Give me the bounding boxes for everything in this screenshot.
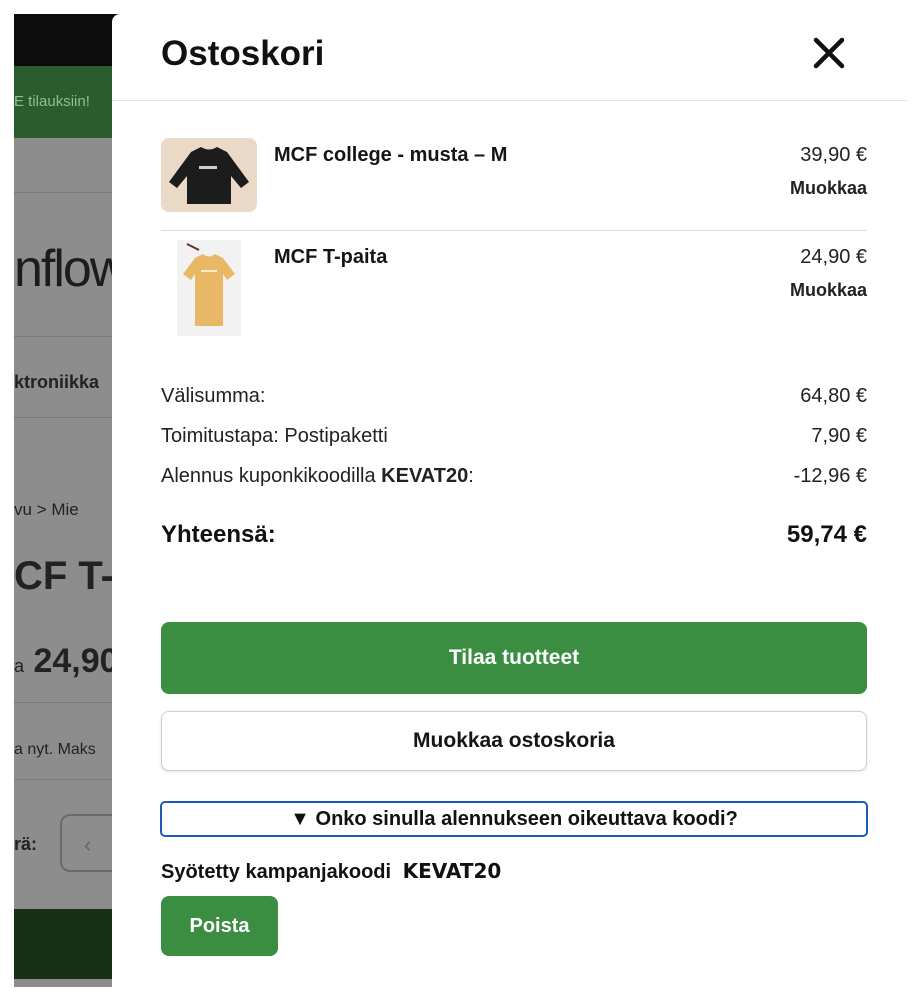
- background-payment-note: a nyt. Maks: [14, 741, 96, 758]
- shipping-label: Toimitustapa: Postipaketti: [161, 425, 388, 447]
- cart-item-price: 24,90 €: [800, 246, 867, 268]
- remove-coupon-button[interactable]: Poista: [161, 896, 278, 956]
- cart-item: MCF college - musta – M 39,90 € Muokkaa: [161, 138, 867, 218]
- applied-coupon: Syötetty kampanjakoodi KEVAT20: [161, 859, 501, 884]
- background-promo-bar: E tilauksiin!: [14, 66, 124, 138]
- background-top-bar: [14, 14, 124, 66]
- subtotal-value: 64,80 €: [800, 385, 867, 407]
- background-quantity-label: rä:: [14, 834, 38, 854]
- shipping-value: 7,90 €: [811, 425, 867, 447]
- item-divider: [161, 230, 867, 231]
- applied-coupon-label: Syötetty kampanjakoodi: [161, 861, 392, 883]
- discount-label: Alennus kuponkikoodilla KEVAT20:: [161, 465, 474, 488]
- background-nav-item: ktroniikka: [14, 372, 100, 392]
- cart-item-name[interactable]: MCF T-paita: [274, 246, 387, 269]
- subtotal-label: Välisumma:: [161, 385, 266, 407]
- background-divider: [14, 779, 124, 780]
- cart-item: MCF T-paita 24,90 € Muokkaa: [161, 240, 867, 338]
- background-divider: [14, 336, 124, 337]
- cart-item-name[interactable]: MCF college - musta – M: [274, 144, 507, 167]
- discount-label-suffix: :: [468, 465, 474, 487]
- total-label: Yhteensä:: [161, 521, 276, 548]
- background-logo: nflow: [14, 240, 124, 298]
- background-breadcrumb: vu > Mie: [14, 500, 79, 519]
- discount-label-prefix: Alennus kuponkikoodilla: [161, 465, 382, 487]
- applied-coupon-code: KEVAT20: [402, 859, 502, 883]
- cart-item-price: 39,90 €: [800, 144, 867, 166]
- background-price-prefix: a: [14, 656, 25, 676]
- cart-drawer: Ostoskori MCF college - musta – M 39,90 …: [112, 14, 908, 1001]
- close-icon[interactable]: [812, 36, 846, 70]
- discount-code: KEVAT20: [381, 465, 469, 487]
- chevron-left-icon: ‹: [84, 832, 92, 857]
- edit-item-link[interactable]: Muokkaa: [790, 280, 867, 301]
- edit-cart-button[interactable]: Muokkaa ostoskoria: [161, 711, 867, 771]
- edit-item-link[interactable]: Muokkaa: [790, 178, 867, 199]
- background-add-to-cart-button: [14, 909, 124, 979]
- background-page-overlay: E tilauksiin! nflow ktroniikka vu > Mie …: [14, 14, 124, 987]
- background-divider: [14, 192, 124, 193]
- background-product-title: CF T-p: [14, 554, 124, 598]
- background-divider: [14, 417, 124, 418]
- cart-header: Ostoskori: [112, 14, 908, 101]
- order-button[interactable]: Tilaa tuotteet: [161, 622, 867, 694]
- background-divider: [14, 702, 124, 703]
- background-price-value: 24,90: [33, 642, 119, 680]
- yellow-tshirt-image[interactable]: [177, 240, 241, 336]
- discount-value: -12,96 €: [793, 465, 867, 487]
- cart-title: Ostoskori: [161, 34, 325, 73]
- coupon-code-toggle[interactable]: ▼ Onko sinulla alennukseen oikeuttava ko…: [160, 801, 868, 837]
- total-value: 59,74 €: [786, 521, 867, 548]
- black-sweatshirt-image[interactable]: [161, 138, 257, 212]
- background-product-price: a 24,90: [14, 642, 119, 681]
